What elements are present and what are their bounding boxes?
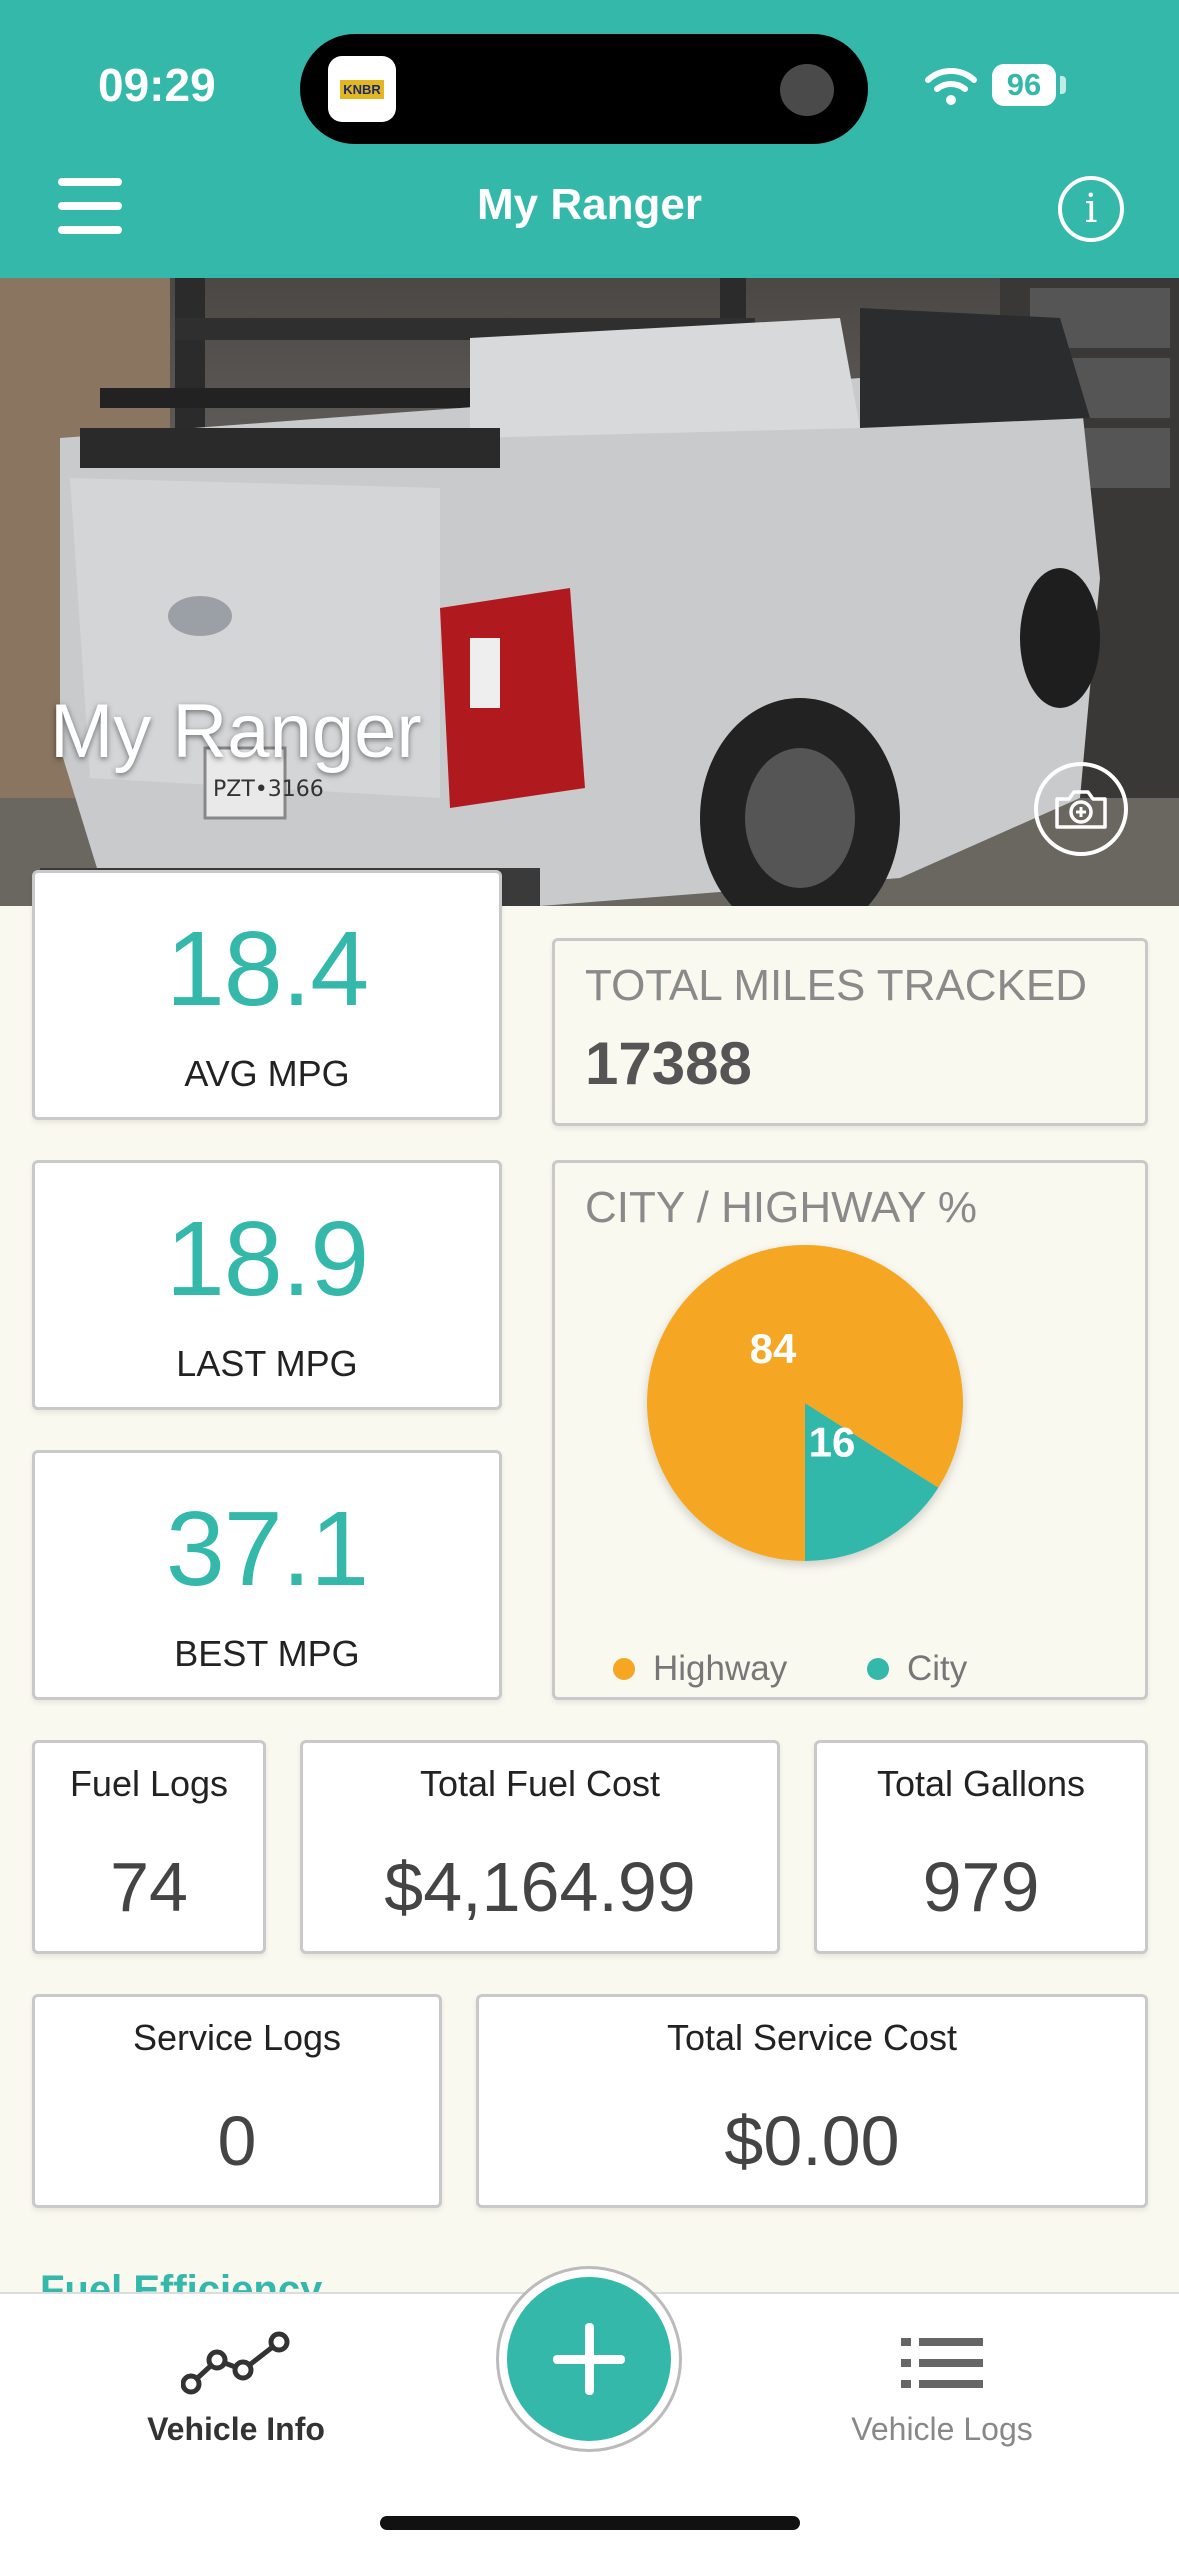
fuel-logs-title: Fuel Logs (69, 1763, 229, 1804)
fuel-logs-value: 74 (110, 1848, 188, 1926)
total-fuel-cost-card: Total Fuel Cost $4,164.99 (300, 1740, 780, 1954)
best-mpg-card: 37.1 BEST MPG (32, 1450, 502, 1700)
app-icon-label: KNBR (340, 79, 384, 99)
avg-mpg-card: 18.4 AVG MPG (32, 870, 502, 1120)
city-highway-card: CITY / HIGHWAY % 84 16 Highway City (552, 1160, 1148, 1700)
total-gallons-title: Total Gallons (876, 1763, 1086, 1804)
last-mpg-value: 18.9 (165, 1200, 369, 1318)
avg-mpg-label: AVG MPG (184, 1053, 350, 1094)
tab-vehicle-info[interactable]: Vehicle Info (86, 2330, 386, 2448)
legend-dot-highway (613, 1658, 635, 1680)
total-service-cost-title: Total Service Cost (666, 2017, 958, 2058)
live-activity-app-icon: KNBR (328, 56, 396, 122)
dynamic-island: KNBR (300, 34, 868, 144)
legend-dot-city (867, 1658, 889, 1680)
avg-mpg-value: 18.4 (165, 910, 369, 1028)
list-icon (901, 2338, 983, 2388)
total-service-cost-card: Total Service Cost $0.00 (476, 1994, 1148, 2208)
total-service-cost-value: $0.00 (724, 2102, 900, 2180)
total-miles-title: TOTAL MILES TRACKED (585, 961, 1088, 1010)
tab-vehicle-logs-label: Vehicle Logs (851, 2411, 1033, 2447)
app-header: 09:29 KNBR 96 My Ranger i (0, 0, 1179, 278)
pie-label-highway: 84 (750, 1325, 797, 1372)
battery-nub (1060, 76, 1066, 94)
service-logs-card[interactable]: Service Logs 0 (32, 1994, 442, 2208)
legend-item-city: City (867, 1649, 967, 1689)
total-miles-value: 17388 (585, 1030, 752, 1097)
service-logs-value: 0 (217, 2102, 257, 2180)
fuel-logs-card[interactable]: Fuel Logs 74 (32, 1740, 266, 1954)
vehicle-name: My Ranger (50, 689, 422, 774)
status-time: 09:29 (98, 59, 216, 111)
fuel-efficiency-section-heading: Fuel Efficiency (40, 2268, 323, 2292)
total-fuel-cost-value: $4,164.99 (384, 1848, 696, 1926)
truck-illustration: PZT•3166 (0, 278, 1179, 906)
add-entry-button[interactable] (496, 2266, 682, 2452)
vehicle-photo: PZT•3166 My Ranger (0, 278, 1179, 906)
add-photo-camera-icon[interactable] (1034, 762, 1128, 856)
last-mpg-label: LAST MPG (176, 1343, 358, 1384)
line-chart-icon (180, 2331, 290, 2395)
home-indicator[interactable] (380, 2516, 800, 2530)
tab-vehicle-info-label: Vehicle Info (147, 2411, 325, 2447)
total-fuel-cost-title: Total Fuel Cost (419, 1763, 661, 1804)
service-logs-title: Service Logs (132, 2017, 342, 2058)
total-gallons-value: 979 (922, 1848, 1040, 1926)
pie-label-city: 16 (809, 1419, 856, 1466)
license-plate-text: PZT•3166 (213, 777, 324, 802)
best-mpg-label: BEST MPG (174, 1633, 360, 1674)
live-activity-indicator-icon (780, 64, 834, 116)
last-mpg-card: 18.9 LAST MPG (32, 1160, 502, 1410)
tab-vehicle-logs[interactable]: Vehicle Logs (792, 2330, 1092, 2448)
info-icon[interactable]: i (1058, 176, 1124, 242)
battery-indicator: 96 (992, 64, 1056, 106)
legend-label-highway: Highway (653, 1649, 788, 1688)
total-miles-card: TOTAL MILES TRACKED 17388 (552, 938, 1148, 1126)
city-highway-pie-chart: 84 16 (647, 1245, 963, 1561)
wifi-icon (925, 68, 977, 105)
total-gallons-card: Total Gallons 979 (814, 1740, 1148, 1954)
page-title: My Ranger (477, 180, 702, 229)
legend-label-city: City (907, 1649, 968, 1688)
best-mpg-value: 37.1 (165, 1490, 369, 1608)
plus-icon (507, 2277, 671, 2441)
legend-item-highway: Highway (613, 1649, 787, 1689)
